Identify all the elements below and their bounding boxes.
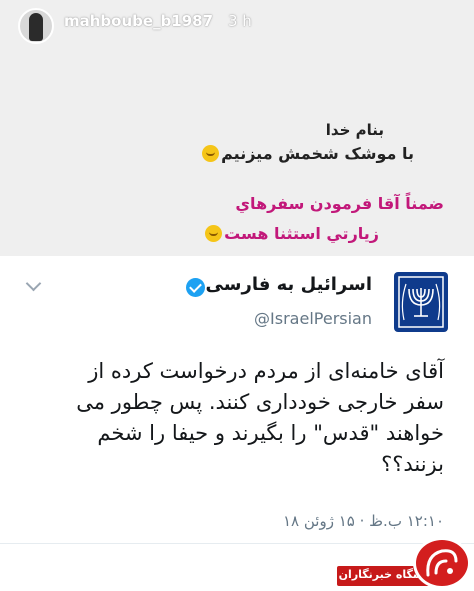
caption-line-3: ضمناً آقا فرمودن سفرهاي (235, 194, 444, 213)
caption-line-2-text: با موشک شخمش میزنیم (221, 144, 414, 163)
caption-line-2: با موشک شخمش میزنیم (200, 144, 414, 163)
caption-line-1: بنام خدا (325, 121, 384, 139)
chevron-down-icon[interactable] (25, 275, 42, 292)
tweet-card: اسرائیل به فارسی @IsraelPersian آقای خام… (0, 256, 474, 591)
tweet-author-handle[interactable]: @IsraelPersian (254, 309, 372, 328)
story-header: mahboube_b1987 3 h (0, 0, 474, 56)
verified-badge-icon (186, 278, 205, 297)
caption-line-4: زيارتي استثنا هست (203, 224, 379, 243)
divider (0, 543, 474, 544)
tweet-text-line: سفر خارجی خودداری کنند. پس چطور می (76, 390, 444, 414)
story-time: 3 h (228, 12, 252, 30)
menorah-emblem-icon[interactable] (394, 272, 448, 332)
caption-line-4-text: زيارتي استثنا هست (224, 224, 379, 243)
tweet-text-line: بزنند؟؟ (381, 452, 444, 476)
tweet-text-line: آقای خامنه‌ای از مردم درخواست کرده از (88, 359, 444, 383)
tweet-text: آقای خامنه‌ای از مردم درخواست کرده از سف… (24, 356, 444, 480)
smiling-face-emoji-icon (202, 145, 220, 162)
relieved-face-emoji-icon (205, 225, 223, 242)
tweet-timestamp[interactable]: ۱۲:۱۰ ب.ظ · ۱۵ ژوئن ۱۸ (283, 512, 444, 530)
tweet-author-name[interactable]: اسرائیل به فارسی (206, 274, 372, 295)
avatar[interactable] (18, 8, 54, 44)
tweet-text-line: خواهند "قدس" را بگیرند و حیفا را شخم (97, 421, 444, 445)
story-username[interactable]: mahboube_b1987 (64, 12, 213, 30)
